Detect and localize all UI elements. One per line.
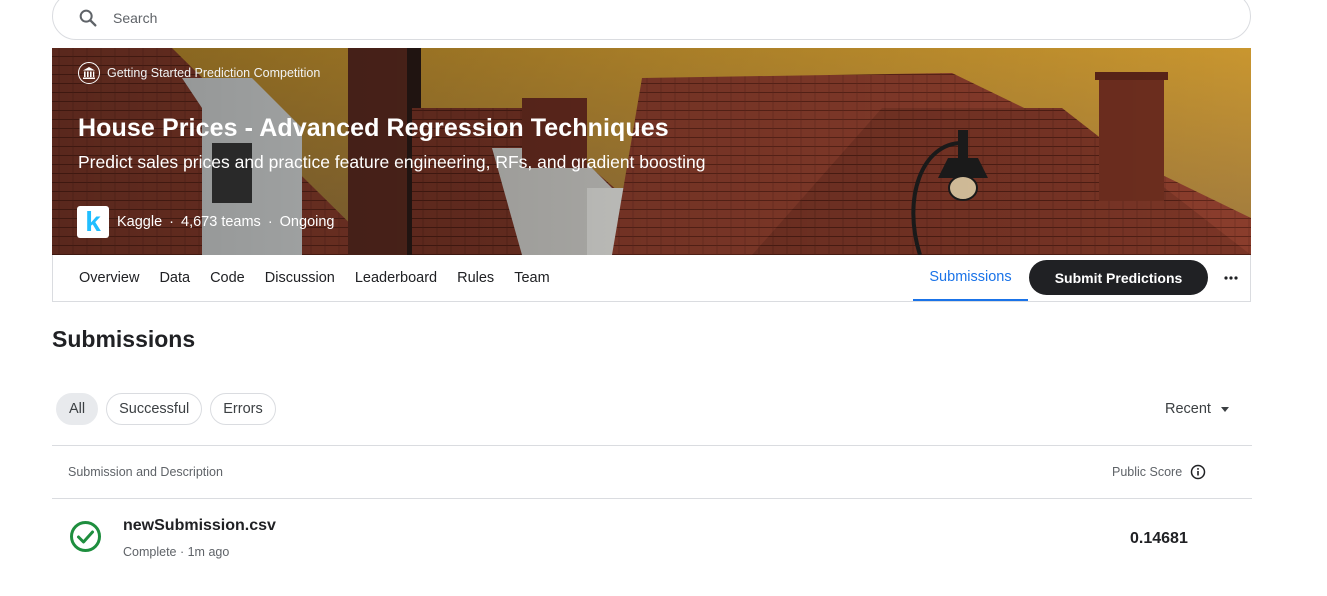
caret-down-icon xyxy=(1220,406,1229,412)
separator: · xyxy=(169,214,174,230)
divider xyxy=(52,445,1252,446)
competition-title: House Prices - Advanced Regression Techn… xyxy=(78,114,669,142)
filter-successful[interactable]: Successful xyxy=(106,393,203,425)
competition-type: Getting Started Prediction Competition xyxy=(78,62,320,84)
team-count: 4,673 teams xyxy=(181,214,261,230)
info-icon[interactable] xyxy=(1190,464,1206,480)
tab-team[interactable]: Team xyxy=(514,270,549,286)
page-title: Submissions xyxy=(52,326,196,352)
tab-data[interactable]: Data xyxy=(159,270,190,286)
tab-discussion[interactable]: Discussion xyxy=(265,270,335,286)
host-row: k Kaggle · 4,673 teams · Ongoing xyxy=(77,206,334,238)
search-icon xyxy=(79,9,97,27)
search-bar[interactable] xyxy=(52,0,1251,40)
tab-code[interactable]: Code xyxy=(210,270,245,286)
competition-status: Ongoing xyxy=(279,214,335,230)
column-header-submission: Submission and Description xyxy=(68,465,223,479)
sort-label: Recent xyxy=(1165,401,1211,417)
submit-predictions-button[interactable]: Submit Predictions xyxy=(1029,260,1208,295)
tab-rules[interactable]: Rules xyxy=(457,270,494,286)
institution-icon xyxy=(78,62,100,84)
separator: · xyxy=(267,214,273,230)
competition-subtitle: Predict sales prices and practice featur… xyxy=(78,152,706,172)
check-circle-icon xyxy=(70,521,101,552)
kaggle-logo: k xyxy=(77,206,109,238)
public-score-value: 0.14681 xyxy=(1130,530,1188,547)
sort-dropdown[interactable]: Recent xyxy=(1165,401,1229,417)
competition-banner: Getting Started Prediction Competition H… xyxy=(52,48,1251,255)
submission-filename[interactable]: newSubmission.csv xyxy=(123,517,276,535)
tab-submissions[interactable]: Submissions xyxy=(913,255,1028,301)
column-header-public-score: Public Score xyxy=(1112,464,1206,480)
tab-leaderboard[interactable]: Leaderboard xyxy=(355,270,437,286)
competition-tabs: Overview Data Code Discussion Leaderboar… xyxy=(52,255,1251,302)
submission-status: Complete · 1m ago xyxy=(123,545,230,559)
filter-all[interactable]: All xyxy=(56,393,99,425)
more-horizontal-icon[interactable] xyxy=(1216,263,1246,293)
filter-errors[interactable]: Errors xyxy=(210,393,276,425)
host-name[interactable]: Kaggle xyxy=(117,214,162,230)
competition-type-label: Getting Started Prediction Competition xyxy=(107,66,321,80)
filter-chips: All Successful Errors xyxy=(56,393,284,425)
divider xyxy=(52,498,1252,499)
search-input[interactable] xyxy=(113,10,713,26)
tab-overview[interactable]: Overview xyxy=(79,270,139,286)
public-score-label: Public Score xyxy=(1112,465,1183,479)
